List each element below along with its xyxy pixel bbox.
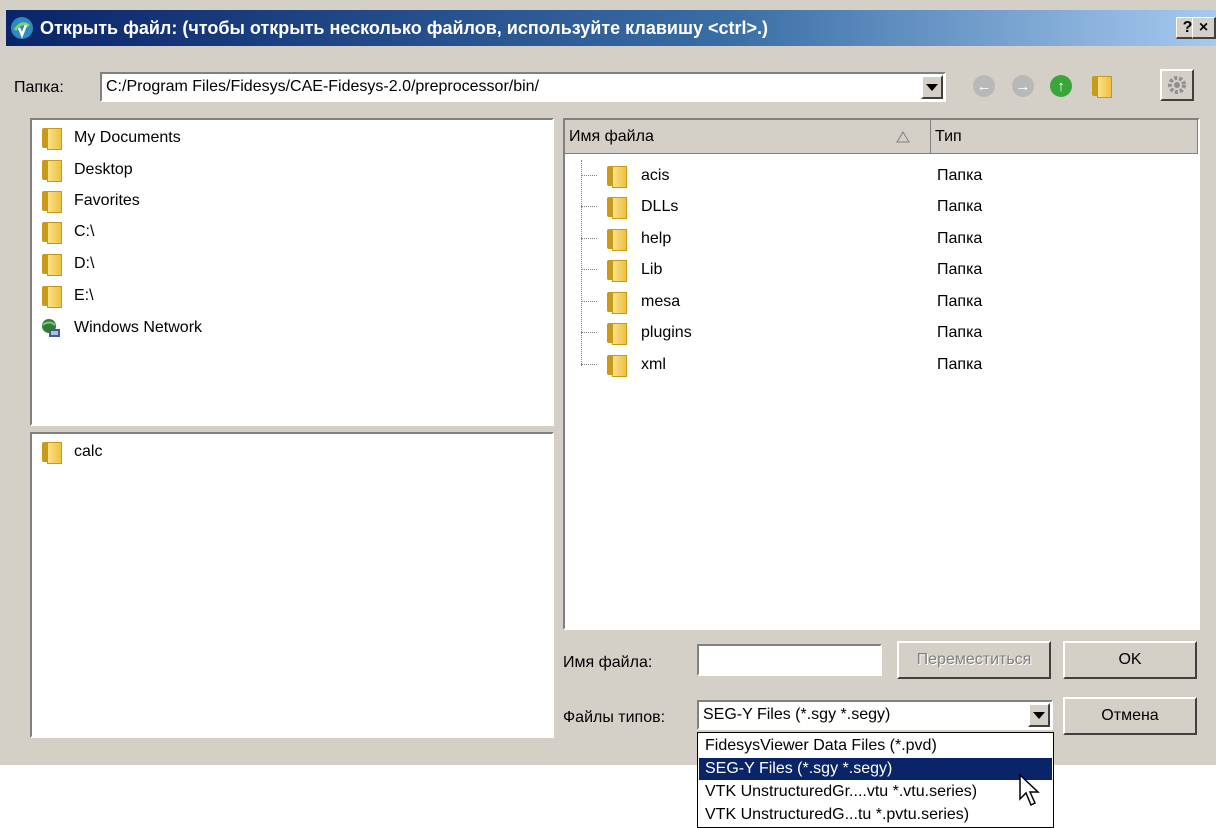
close-button[interactable]: × [1192,17,1216,39]
places-panel: My Documents Desktop Favorites C:\ D:\ E… [30,118,554,426]
file-type: Папка [937,260,983,278]
settings-icon[interactable] [1160,69,1194,101]
folder-path-combo[interactable]: C:/Program Files/Fidesys/CAE-Fidesys-2.0… [100,72,946,102]
filetype-option-pvtu[interactable]: VTK UnstructuredG...tu *.pvtu.series) [699,804,1052,826]
file-name: plugins [641,323,692,341]
file-row-help[interactable]: help Папка [565,223,1195,254]
folder-icon [605,322,627,345]
column-header-type[interactable]: Тип [931,120,1198,154]
file-type: Папка [937,355,983,373]
folder-icon [40,441,62,464]
sort-ascending-icon [896,131,910,143]
file-row-xml[interactable]: xml Папка [565,349,1195,380]
network-icon [42,319,60,337]
folder-path-value: C:/Program Files/Fidesys/CAE-Fidesys-2.0… [106,78,540,95]
new-folder-icon[interactable] [1087,72,1115,100]
chevron-down-icon[interactable] [921,75,943,99]
file-row-lib[interactable]: Lib Папка [565,254,1195,285]
place-item-favorites[interactable]: Favorites [40,188,140,214]
folder-icon [605,291,627,314]
place-label: C:\ [74,223,95,240]
folder-icon [40,190,62,213]
folder-icon [40,221,62,244]
file-type: Папка [937,229,983,247]
filetype-option-vtu[interactable]: VTK UnstructuredGr....vtu *.vtu.series) [699,781,1052,803]
back-icon[interactable]: ← [970,72,998,100]
filetype-label: Файлы типов: [563,709,666,726]
folder-icon [40,285,62,308]
place-label: My Documents [74,129,181,146]
file-type: Папка [937,197,983,215]
file-name: Lib [641,260,663,278]
navigate-button[interactable]: Переместиться [897,641,1051,679]
filetype-combo[interactable]: SEG-Y Files (*.sgy *.segy) [697,700,1053,730]
place-item-windows-network[interactable]: Windows Network [40,315,202,341]
file-row-acis[interactable]: acis Папка [565,160,1195,191]
place-label: E:\ [74,287,94,304]
place-item-my-documents[interactable]: My Documents [40,125,181,151]
place-item-c-drive[interactable]: C:\ [40,219,94,245]
filetype-option-segy[interactable]: SEG-Y Files (*.sgy *.segy) [699,758,1052,780]
window-title: Открыть файл: (чтобы открыть несколько ф… [40,17,769,38]
folder-icon [605,259,627,282]
place-item-e-drive[interactable]: E:\ [40,283,94,309]
place-item-desktop[interactable]: Desktop [40,157,133,183]
title-bar[interactable]: Открыть файл: (чтобы открыть несколько ф… [6,10,1216,46]
open-file-dialog: Открыть файл: (чтобы открыть несколько ф… [0,0,1216,765]
file-name: acis [641,166,670,184]
filetype-dropdown-list: FidesysViewer Data Files (*.pvd) SEG-Y F… [697,732,1054,828]
chevron-down-icon[interactable] [1028,703,1050,727]
folder-icon [40,159,62,182]
column-header-name[interactable]: Имя файла [565,120,931,154]
place-label: Favorites [74,192,140,209]
up-icon[interactable]: ↑ [1047,72,1075,100]
place-label: Desktop [74,161,133,178]
folder-icon [605,228,627,251]
file-name: help [641,229,672,247]
filetype-option-pvd[interactable]: FidesysViewer Data Files (*.pvd) [699,735,1052,757]
folder-icon [40,253,62,276]
file-name: mesa [641,292,681,310]
file-row-mesa[interactable]: mesa Папка [565,286,1195,317]
app-icon [11,17,33,39]
file-type: Папка [937,166,983,184]
filename-label: Имя файла: [563,654,653,671]
forward-icon[interactable]: → [1009,72,1037,100]
filename-input[interactable] [697,644,882,676]
file-name: xml [641,355,666,373]
file-list: Имя файла Тип acis Папка DLLs Папка help… [563,118,1200,630]
recent-panel: calc [30,432,554,738]
folder-icon [605,165,627,188]
cancel-button[interactable]: Отмена [1063,697,1197,735]
file-row-dlls[interactable]: DLLs Папка [565,191,1195,222]
file-name: DLLs [641,197,679,215]
folder-icon [40,127,62,150]
file-type: Папка [937,323,983,341]
place-item-d-drive[interactable]: D:\ [40,251,94,277]
file-row-plugins[interactable]: plugins Папка [565,317,1195,348]
place-label: Windows Network [74,319,203,336]
ok-button[interactable]: OK [1063,641,1197,679]
recent-item-calc[interactable]: calc [40,439,102,465]
folder-icon [605,196,627,219]
folder-icon [605,354,627,377]
filetype-value: SEG-Y Files (*.sgy *.segy) [703,706,891,723]
recent-label: calc [74,443,103,460]
file-type: Папка [937,292,983,310]
folder-label: Папка: [14,79,64,96]
place-label: D:\ [74,255,95,272]
mouse-cursor-icon [1019,773,1040,807]
